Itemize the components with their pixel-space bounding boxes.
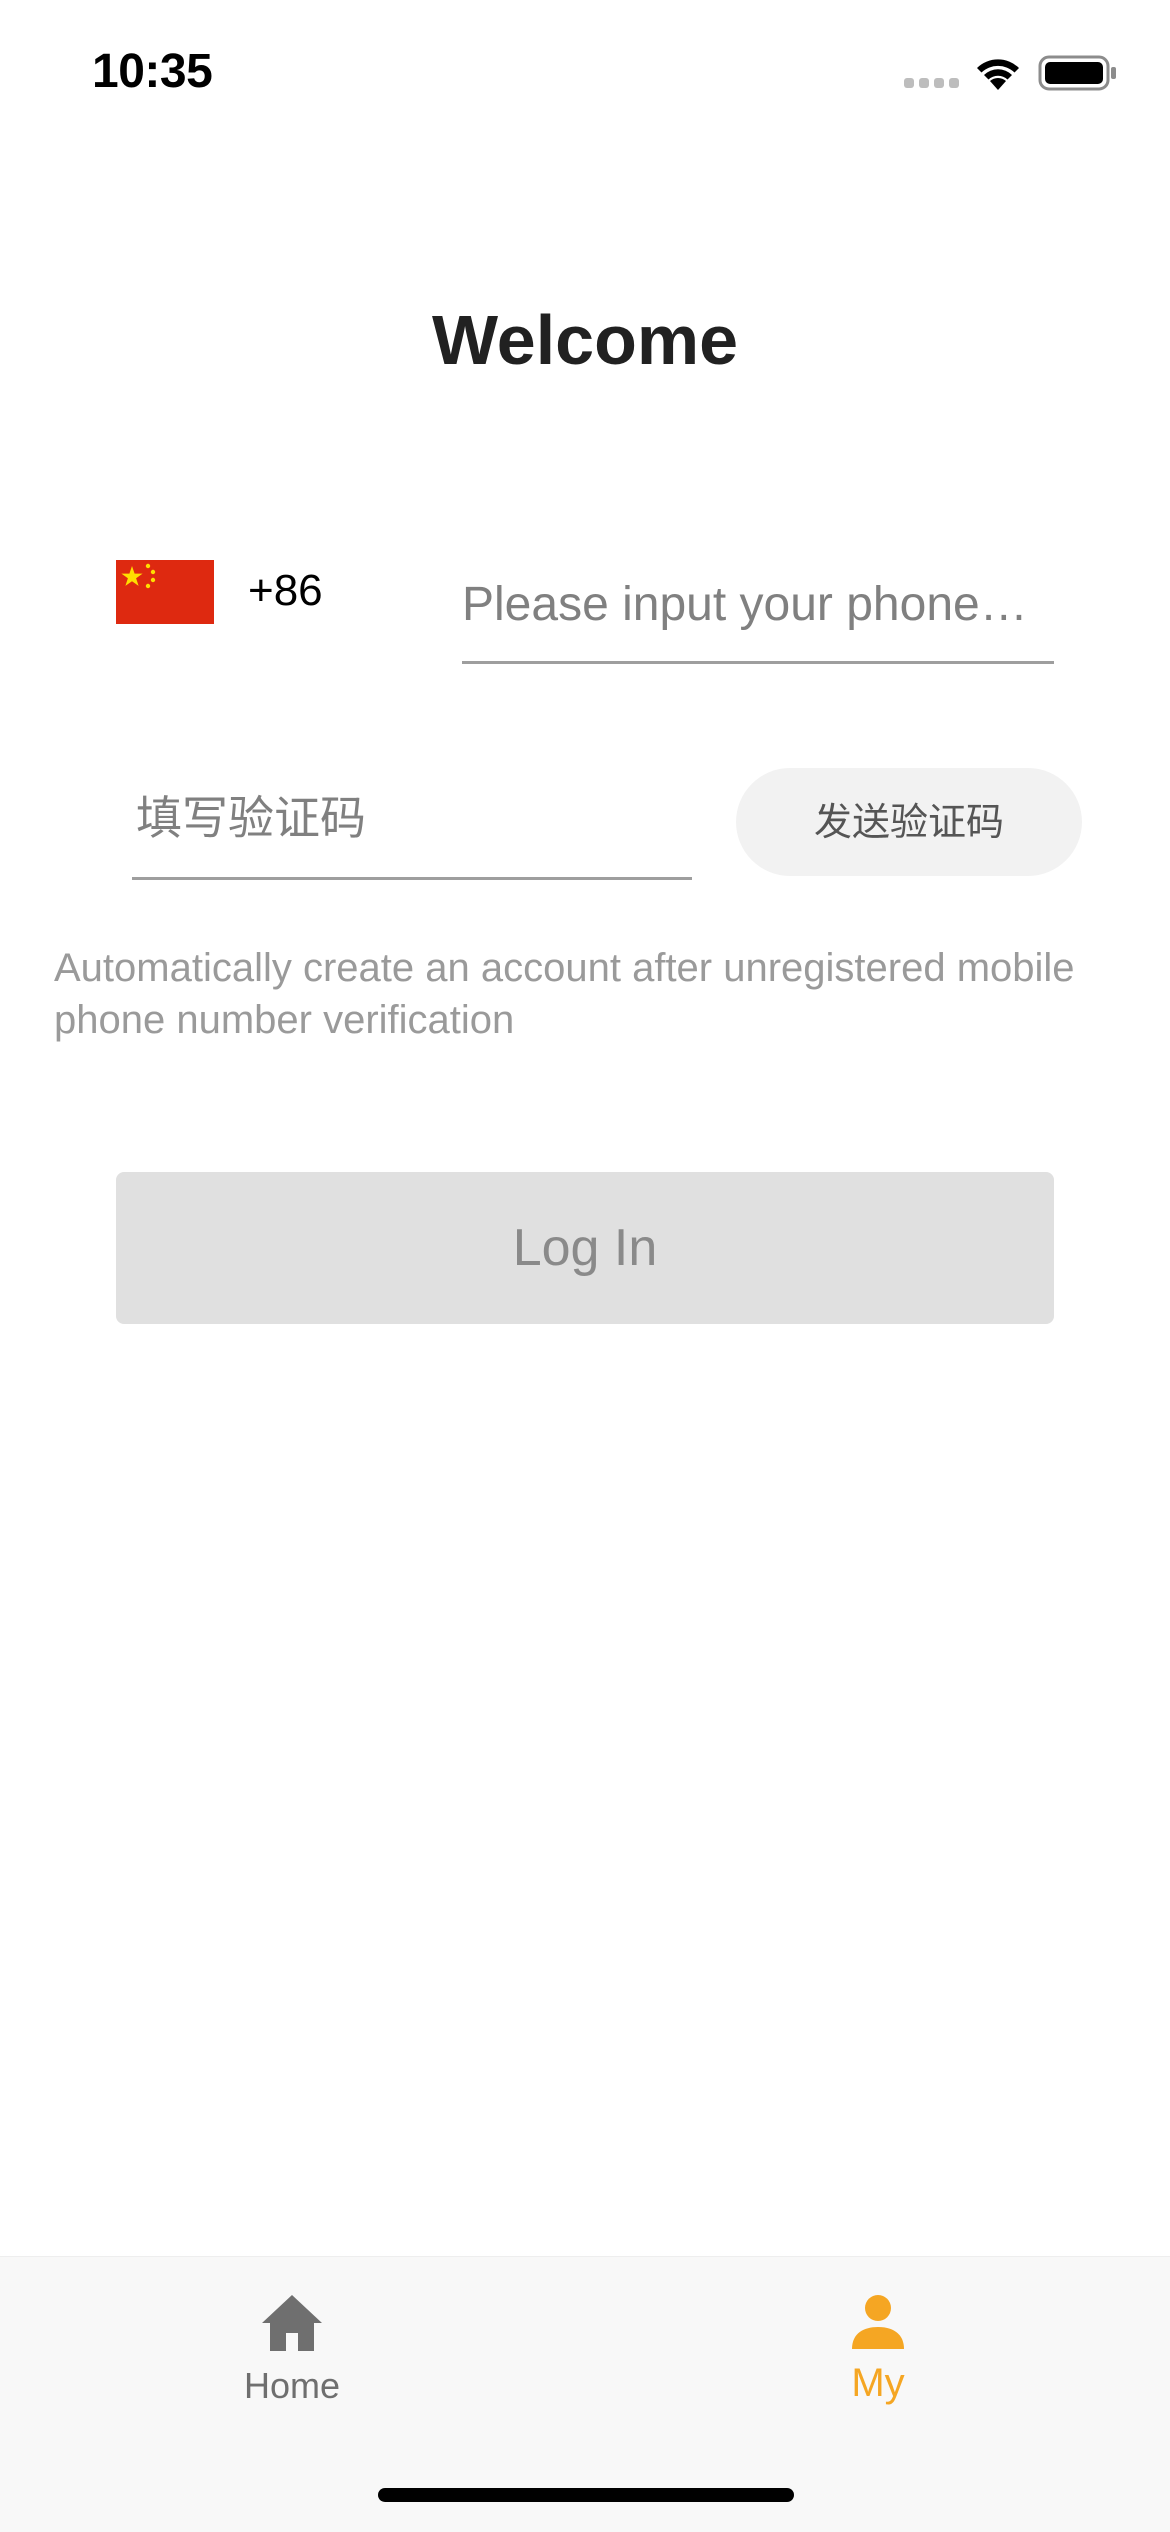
send-code-button[interactable]: 发送验证码	[736, 768, 1082, 876]
tab-my[interactable]: My	[728, 2257, 1028, 2437]
battery-icon	[1038, 55, 1116, 91]
status-bar: 10:35	[0, 0, 1170, 150]
phone-input[interactable]	[462, 556, 1054, 652]
phone-field	[462, 556, 1054, 664]
china-flag-icon[interactable]	[116, 560, 214, 624]
tab-home-label: Home	[243, 2365, 341, 2406]
wifi-icon	[977, 59, 1019, 90]
country-code[interactable]: +86	[248, 566, 323, 616]
verification-code-field	[132, 768, 692, 880]
signal-icon	[904, 78, 959, 88]
status-time: 10:35	[92, 45, 213, 98]
tab-my-label: My	[851, 2361, 905, 2405]
person-icon	[852, 2295, 904, 2349]
tab-home[interactable]: Home	[142, 2257, 442, 2437]
home-icon	[262, 2295, 322, 2351]
home-indicator	[378, 2488, 794, 2502]
login-button[interactable]: Log In	[116, 1172, 1054, 1324]
page-title: Welcome	[431, 301, 739, 379]
verification-code-input[interactable]	[132, 768, 692, 868]
auto-register-hint: Automatically create an account after un…	[54, 946, 1075, 1042]
login-screen: 10:35 Welcome +86 发送验证码 Au	[0, 0, 1170, 2532]
